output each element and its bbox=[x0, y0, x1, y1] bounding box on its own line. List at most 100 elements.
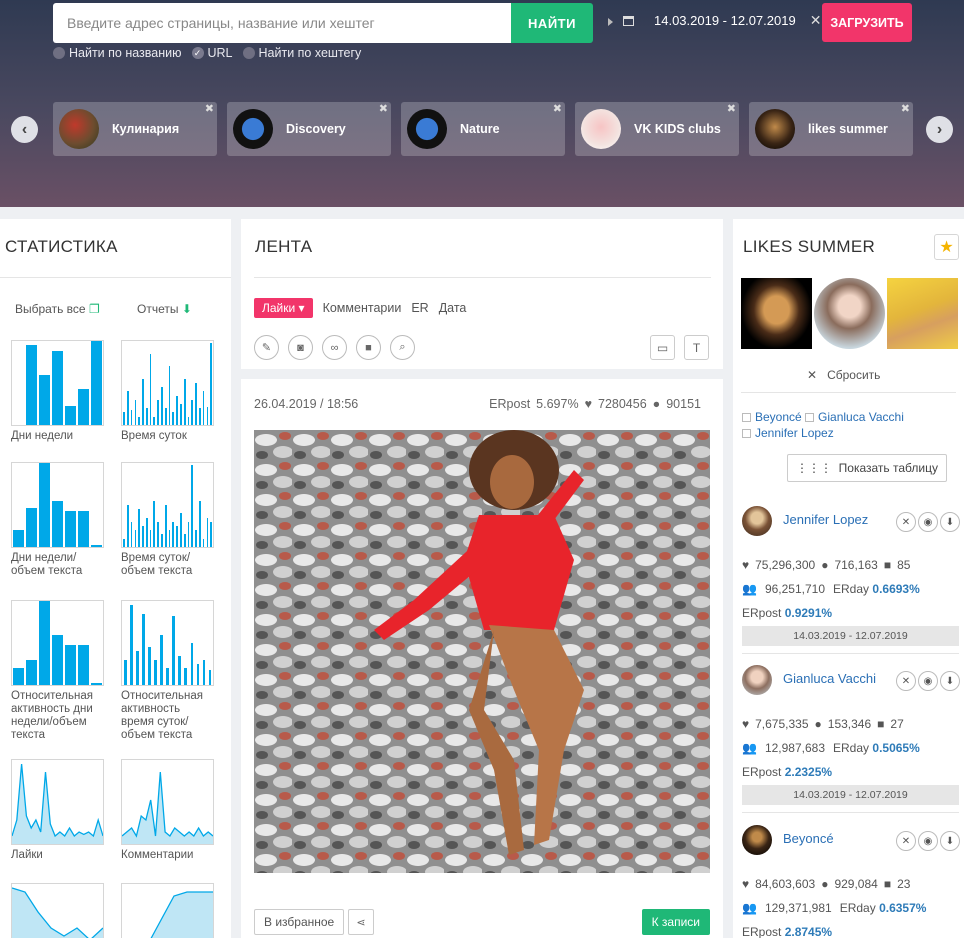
chart-bar bbox=[187, 416, 190, 425]
date-range-picker[interactable]: 14.03.2019 - 12.07.2019 ✕ bbox=[608, 12, 821, 29]
load-button[interactable]: ЗАГРУЗИТЬ bbox=[822, 3, 912, 42]
source-card-nature[interactable]: Nature ✖ bbox=[401, 102, 565, 156]
chart-bar bbox=[208, 669, 212, 685]
stat-chart[interactable] bbox=[11, 340, 104, 426]
reset-link[interactable]: ✕ Сбросить bbox=[807, 368, 880, 382]
thumbnail-jlo[interactable] bbox=[887, 278, 958, 349]
download-icon[interactable]: ⬇ bbox=[940, 512, 960, 532]
stat-chart-label: Лайки bbox=[11, 849, 43, 861]
link-icon[interactable]: ∞ bbox=[322, 335, 347, 360]
add-to-favorites-button[interactable]: В избранное bbox=[254, 909, 345, 935]
name-checkbox[interactable]: Gianluca Vacchi bbox=[805, 410, 904, 424]
star-icon[interactable]: ★ bbox=[934, 234, 959, 260]
download-icon[interactable]: ⬇ bbox=[940, 831, 960, 851]
chart-bar bbox=[202, 538, 205, 547]
search-button[interactable]: НАЙТИ bbox=[511, 3, 593, 43]
tab-likes[interactable]: Лайки ▾ bbox=[254, 298, 313, 318]
chart-bar bbox=[130, 409, 133, 425]
camera-icon[interactable]: ◙ bbox=[288, 335, 313, 360]
close-icon[interactable]: ✕ bbox=[896, 831, 916, 851]
stat-chart[interactable] bbox=[11, 883, 104, 938]
close-icon[interactable]: ✕ bbox=[896, 671, 916, 691]
thumbnail-gianluca[interactable] bbox=[814, 278, 885, 349]
chart-bar bbox=[65, 644, 76, 685]
stat-chart[interactable] bbox=[121, 759, 214, 845]
collection-panel: LIKES SUMMER ★ ✕ Сбросить Beyoncé Gianlu… bbox=[733, 219, 964, 938]
option-by-name[interactable]: Найти по названию bbox=[53, 46, 182, 60]
stat-chart[interactable] bbox=[121, 462, 214, 548]
account-name[interactable]: Gianluca Vacchi bbox=[783, 671, 876, 686]
stat-chart[interactable] bbox=[11, 759, 104, 845]
chart-bar bbox=[39, 601, 50, 685]
prev-arrow-button[interactable]: ‹ bbox=[11, 116, 38, 143]
stat-chart-label: Относительная активность дни недели/объем т… bbox=[11, 690, 93, 741]
chart-bar bbox=[149, 353, 152, 425]
reports-link[interactable]: Отчеты ⬇ bbox=[137, 302, 192, 316]
account-name[interactable]: Beyoncé bbox=[783, 831, 834, 846]
name-checkbox[interactable]: Beyoncé bbox=[742, 410, 802, 424]
video-icon[interactable]: ■ bbox=[356, 335, 381, 360]
posts-icon: ■ bbox=[883, 877, 892, 891]
close-icon[interactable]: ✕ bbox=[810, 12, 822, 29]
divider bbox=[741, 392, 956, 393]
eye-icon[interactable]: ◉ bbox=[918, 512, 938, 532]
stat-chart[interactable] bbox=[11, 600, 104, 686]
search-input[interactable] bbox=[53, 3, 511, 43]
area-fill bbox=[12, 888, 103, 938]
eye-icon[interactable]: ◉ bbox=[918, 831, 938, 851]
pencil-icon[interactable]: ✎ bbox=[254, 335, 279, 360]
post-image[interactable] bbox=[254, 430, 710, 873]
source-card-kulinaria[interactable]: Кулинария ✖ bbox=[53, 102, 217, 156]
option-url[interactable]: ✓ URL bbox=[191, 46, 233, 60]
close-icon[interactable]: ✕ bbox=[896, 512, 916, 532]
close-icon[interactable]: ✖ bbox=[379, 102, 388, 115]
chart-bar bbox=[39, 374, 50, 425]
likes-count: 7280456 bbox=[598, 397, 647, 411]
download-icon[interactable]: ⬇ bbox=[940, 671, 960, 691]
source-card-likes-summer[interactable]: likes summer ✖ bbox=[749, 102, 913, 156]
calendar-icon[interactable]: ▭ bbox=[650, 335, 675, 360]
tab-date[interactable]: Дата bbox=[439, 301, 467, 315]
show-table-button[interactable]: ⋮⋮⋮ Показать таблицу bbox=[787, 454, 947, 482]
source-card-vk-kids[interactable]: VK KIDS clubs ✖ bbox=[575, 102, 739, 156]
share-button[interactable]: ⋖ bbox=[348, 909, 374, 935]
chart-bar bbox=[78, 388, 89, 425]
chart-bar bbox=[145, 408, 148, 425]
select-all-link[interactable]: Выбрать все ❐ bbox=[15, 302, 100, 316]
chart-bar bbox=[202, 391, 205, 425]
stat-chart[interactable] bbox=[121, 600, 214, 686]
chart-bar bbox=[52, 351, 63, 425]
stat-chart[interactable] bbox=[121, 340, 214, 426]
search-icon[interactable]: ⌕ bbox=[390, 335, 415, 360]
chart-bar bbox=[145, 517, 148, 547]
tab-er[interactable]: ER bbox=[411, 301, 428, 315]
thumbnail-beyonce[interactable] bbox=[741, 278, 812, 349]
avatar bbox=[742, 825, 772, 855]
stat-chart-label: Относительная активность время суток/объем… bbox=[121, 690, 203, 741]
chart-bar bbox=[191, 399, 194, 425]
account-name[interactable]: Jennifer Lopez bbox=[783, 512, 868, 527]
tab-comments[interactable]: Комментарии bbox=[323, 301, 402, 315]
close-icon[interactable]: ✖ bbox=[901, 102, 910, 115]
chart-bar bbox=[134, 399, 137, 425]
next-arrow-button[interactable]: › bbox=[926, 116, 953, 143]
text-icon[interactable]: T bbox=[684, 335, 709, 360]
close-icon[interactable]: ✖ bbox=[553, 102, 562, 115]
stat-chart[interactable] bbox=[11, 462, 104, 548]
name-checkbox[interactable]: Jennifer Lopez bbox=[742, 426, 834, 440]
chart-bar bbox=[52, 634, 63, 685]
chart-bar bbox=[13, 668, 24, 685]
source-card-discovery[interactable]: Discovery ✖ bbox=[227, 102, 391, 156]
heart-icon: ♥ bbox=[584, 397, 592, 411]
users-icon: 👥 bbox=[742, 741, 757, 755]
chart-bar bbox=[142, 378, 144, 425]
go-to-post-button[interactable]: К записи bbox=[641, 909, 710, 935]
stat-chart[interactable] bbox=[121, 883, 214, 938]
eye-icon[interactable]: ◉ bbox=[918, 671, 938, 691]
date-range: 14.03.2019 - 12.07.2019 bbox=[742, 785, 959, 805]
radio-icon bbox=[242, 47, 255, 59]
option-by-hashtag[interactable]: Найти по хештегу bbox=[242, 46, 361, 60]
close-icon[interactable]: ✖ bbox=[727, 102, 736, 115]
close-icon[interactable]: ✖ bbox=[205, 102, 214, 115]
chart-bar bbox=[190, 643, 194, 685]
